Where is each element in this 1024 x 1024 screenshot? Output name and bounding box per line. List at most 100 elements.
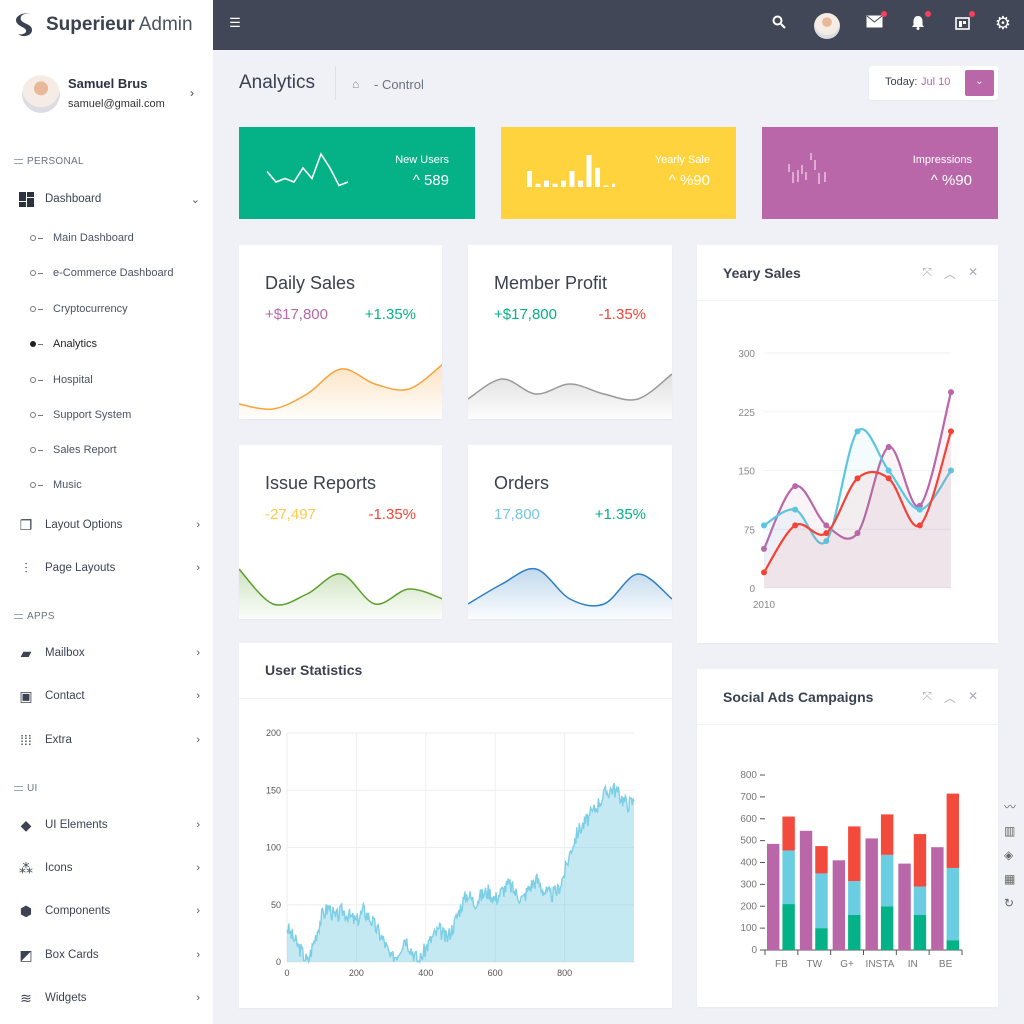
bar-segment xyxy=(848,915,861,950)
card-change: -1.35% xyxy=(368,506,416,523)
bar-segment xyxy=(913,886,927,915)
sidebar-subitem[interactable]: e-Commerce Dashboard xyxy=(30,267,173,279)
card-value: +$17,800 xyxy=(265,306,328,323)
card-value: +$17,800 xyxy=(494,306,557,323)
sidebar-item-label: Dashboard xyxy=(45,193,102,205)
sidebar-subitem[interactable]: Main Dashboard xyxy=(30,232,134,244)
bell-icon[interactable] xyxy=(908,11,931,35)
sidebar-subitem-label: Main Dashboard xyxy=(53,232,134,244)
y-tick-label: 0 xyxy=(751,945,757,956)
sparkline-bar xyxy=(595,167,600,187)
sidebar-subitem[interactable]: Music xyxy=(30,479,82,491)
user-avatar[interactable] xyxy=(814,13,840,39)
restore-icon[interactable]: ↻ xyxy=(1004,891,1024,915)
sidebar-item-dashboard[interactable]: Dashboard ⌄ xyxy=(18,189,200,209)
x-tick-label: 200 xyxy=(349,968,364,978)
sidebar-subitem[interactable]: Analytics xyxy=(30,338,97,350)
mini-sparkline xyxy=(239,363,442,419)
divider xyxy=(697,724,998,725)
profile-name[interactable]: Samuel Brus xyxy=(68,76,147,91)
sidebar-item-label: UI Elements xyxy=(45,819,108,831)
brand-logo[interactable]: Superieur Admin xyxy=(0,0,213,50)
y-tick-label: 500 xyxy=(740,836,757,847)
sidebar-item[interactable]: ❐ Layout Options › xyxy=(18,515,200,535)
sidebar-item-label: Components xyxy=(45,905,111,917)
bullet-icon xyxy=(30,412,36,418)
sidebar-item-label: Icons xyxy=(45,862,73,874)
data-point xyxy=(885,467,892,474)
stat-card-new-users: New Users ^ 589 xyxy=(239,127,475,219)
bar-segment xyxy=(913,834,927,887)
card-title: Social Ads Campaigns xyxy=(723,689,874,705)
stack-icon[interactable]: ◈ xyxy=(1004,843,1024,867)
sidebar-item[interactable]: ▰ Mailbox › xyxy=(18,643,200,663)
sidebar-subitem[interactable]: Cryptocurrency xyxy=(30,303,128,315)
contact-icon: ▣ xyxy=(19,687,33,704)
sparkline-bar xyxy=(544,180,549,187)
data-point xyxy=(761,569,767,576)
collapse-icon[interactable]: ︿ xyxy=(944,265,956,282)
date-picker[interactable]: Today: Jul 10 ⌄ xyxy=(869,66,998,100)
settings-gear-icon[interactable]: ⚙ xyxy=(993,13,1013,33)
sidebar-item-label: Mailbox xyxy=(45,647,85,659)
yearly-sales-chart: 0 75 150 225 300 2010 xyxy=(738,349,954,611)
widgets-icon: ≋ xyxy=(20,989,32,1006)
yearly-sale-bar-sparkline xyxy=(527,155,615,187)
sidebar-item-label: Page Layouts xyxy=(45,562,116,574)
chevron-right-icon: › xyxy=(196,905,200,917)
sidebar-item[interactable]: ◩ Box Cards › xyxy=(18,945,200,965)
sidebar-subitem[interactable]: Sales Report xyxy=(30,444,117,456)
sidebar-item[interactable]: ≋ Widgets › xyxy=(18,988,200,1008)
sparkline-bar xyxy=(612,183,615,187)
y-tick-label: 200 xyxy=(740,901,757,912)
close-icon[interactable]: ✕ xyxy=(968,689,978,706)
profile-chevron-icon[interactable]: › xyxy=(190,86,194,100)
logo-icon xyxy=(16,13,32,37)
sidebar-item[interactable]: ◆ UI Elements › xyxy=(18,815,200,835)
sidebar-subitem[interactable]: Support System xyxy=(30,409,131,421)
sparkline-bar xyxy=(527,171,532,187)
hamburger-menu-icon[interactable]: ☰ xyxy=(225,15,245,35)
sidebar-item[interactable]: ⁂ Icons › xyxy=(18,858,200,878)
notification-dot xyxy=(881,11,887,17)
tiled-icon[interactable]: ▦ xyxy=(1004,867,1024,891)
mail-icon[interactable] xyxy=(864,11,887,35)
gift-icon[interactable] xyxy=(952,11,975,35)
bullet-icon xyxy=(30,270,36,276)
y-tick-label: 0 xyxy=(276,957,281,967)
date-dropdown-button[interactable]: ⌄ xyxy=(965,70,994,96)
card-title: Daily Sales xyxy=(265,273,356,293)
collapse-icon[interactable]: ︿ xyxy=(944,689,956,706)
profile-avatar[interactable] xyxy=(22,75,60,113)
y-tick-label: 800 xyxy=(740,770,757,781)
home-icon[interactable]: ⌂ xyxy=(352,77,359,91)
sidebar-item[interactable]: ⫶ Page Layouts › xyxy=(18,558,200,578)
sparkline-area xyxy=(468,568,672,619)
fullscreen-icon[interactable]: ⤧ xyxy=(922,689,932,706)
bar-chart-icon[interactable]: ▥ xyxy=(1004,819,1024,843)
y-tick-label: 50 xyxy=(271,900,281,910)
sidebar-item[interactable]: ▣ Contact › xyxy=(18,686,200,706)
data-point xyxy=(948,389,954,396)
breadcrumb[interactable]: - Control xyxy=(374,77,424,92)
data-point xyxy=(885,475,892,482)
page-layouts-icon: ⫶ xyxy=(24,559,28,576)
sidebar-item[interactable]: ⬢ Components › xyxy=(18,901,200,921)
search-icon[interactable] xyxy=(769,15,789,35)
fullscreen-icon[interactable]: ⤧ xyxy=(922,265,932,282)
y-tick-label: 600 xyxy=(740,814,757,825)
close-icon[interactable]: ✕ xyxy=(968,265,978,282)
sparkline-bar xyxy=(586,155,592,187)
y-tick-label: 100 xyxy=(740,923,757,934)
stat-card-yearly-sale: Yearly Sale ^ %90 xyxy=(501,127,736,219)
sidebar-item[interactable]: ⁞⁞⁞ Extra › xyxy=(18,730,200,750)
sidebar-item-label: Contact xyxy=(45,690,85,702)
x-tick-label: FB xyxy=(775,959,788,970)
card-title: Orders xyxy=(494,473,550,493)
data-point xyxy=(823,522,830,529)
sparkline-line xyxy=(266,152,349,187)
y-tick-label: 75 xyxy=(744,525,756,536)
area-fill xyxy=(287,782,634,962)
sidebar-subitem[interactable]: Hospital xyxy=(30,374,93,386)
line-chart-icon[interactable]: 〰 xyxy=(1004,795,1024,819)
